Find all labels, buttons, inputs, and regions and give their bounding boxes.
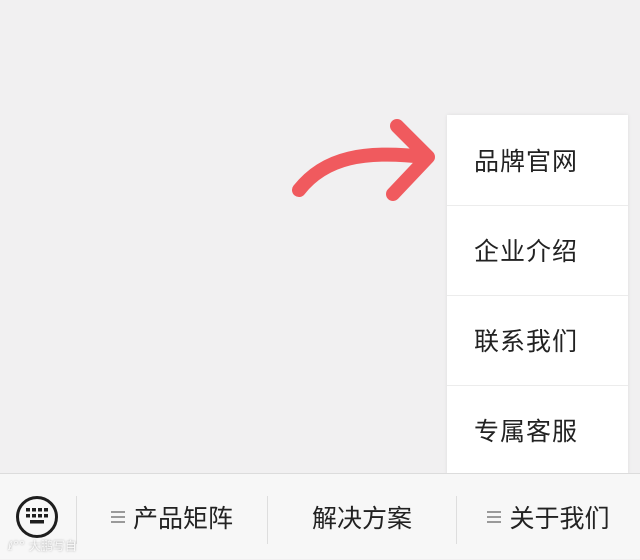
menu-item-label: 专属客服 (474, 417, 579, 446)
bottom-tab-about-us[interactable]: 关于我们 (457, 474, 640, 560)
popup-menu: 品牌官网 企业介绍 联系我们 专属客服 (447, 115, 628, 476)
menu-item-customer-service[interactable]: 专属客服 (447, 385, 628, 475)
menu-item-contact-us[interactable]: 联系我们 (447, 295, 628, 385)
bottom-tab-label: 产品矩阵 (132, 504, 233, 533)
bottom-tab-solutions[interactable]: 解决方案 (268, 474, 456, 560)
bottom-tab-label: 解决方案 (311, 504, 412, 533)
keyboard-toggle-button[interactable] (16, 496, 58, 538)
menu-lines-icon (487, 511, 502, 523)
menu-item-label: 联系我们 (474, 327, 579, 356)
watermark-logo-icon: ℓ°° (8, 539, 25, 553)
menu-item-label: 企业介绍 (474, 237, 579, 266)
menu-item-label: 品牌官网 (474, 147, 579, 176)
keyboard-icon (26, 508, 48, 524)
watermark: ℓ°° 大鹏写自 (8, 537, 77, 554)
menu-item-brand-website[interactable]: 品牌官网 (447, 115, 628, 205)
watermark-text: 大鹏写自 (28, 539, 77, 553)
bottom-menu-bar: 产品矩阵 解决方案 关于我们 (0, 473, 640, 559)
bottom-tab-product-matrix[interactable]: 产品矩阵 (77, 474, 267, 560)
bottom-tab-label: 关于我们 (509, 504, 610, 533)
menu-lines-icon (110, 511, 125, 523)
curved-arrow-icon (292, 119, 435, 201)
menu-item-company-intro[interactable]: 企业介绍 (447, 205, 628, 295)
